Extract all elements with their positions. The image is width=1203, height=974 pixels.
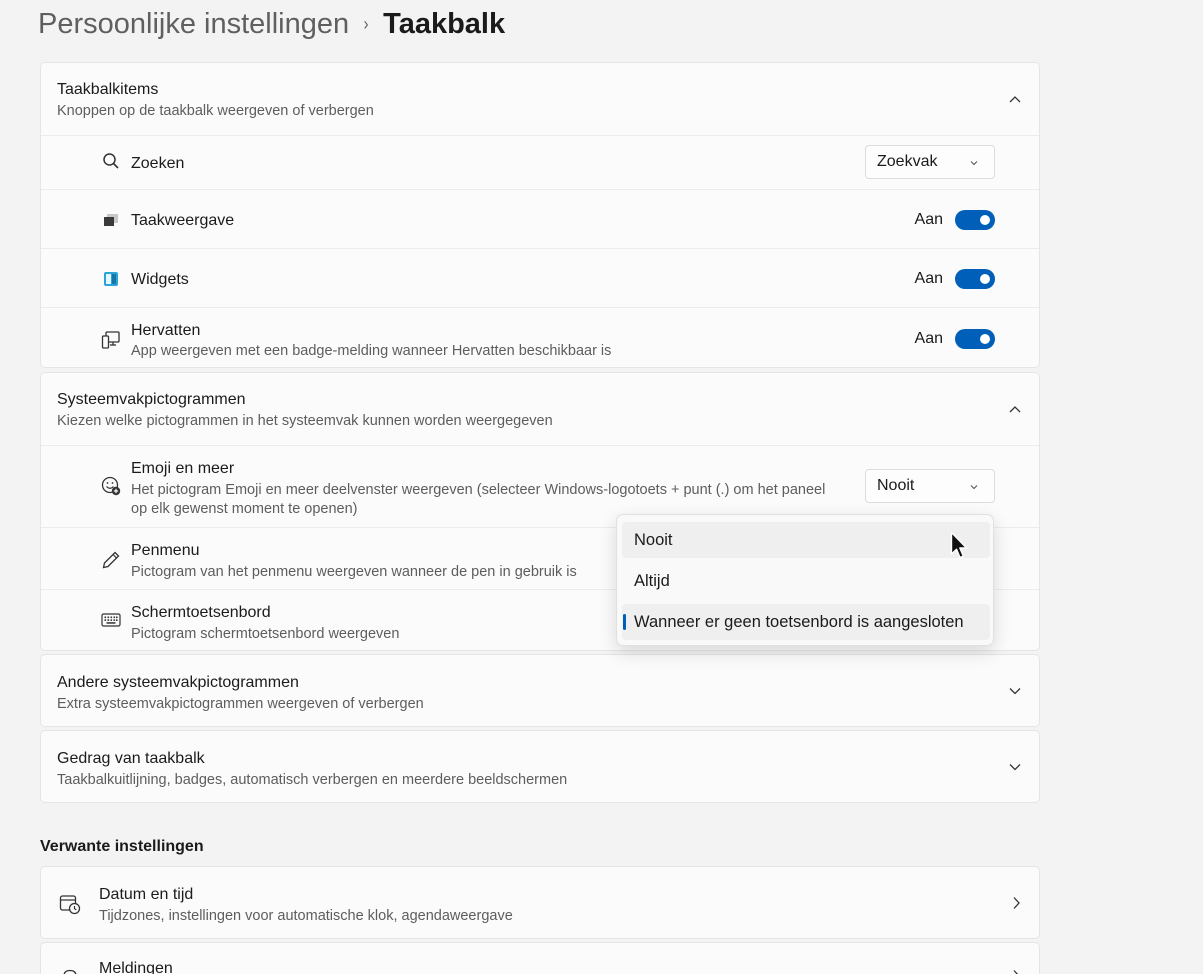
search-mode-value: Zoekvak — [877, 153, 938, 170]
resume-state-label: Aan — [914, 330, 943, 347]
page-title: Taakbalk — [383, 7, 506, 40]
widgets-toggle[interactable] — [955, 269, 995, 289]
toggle-knob — [980, 274, 990, 284]
setting-label-widgets: Widgets — [131, 271, 189, 288]
related-link-notifications-title: Meldingen — [99, 960, 173, 974]
dropdown-option-label: Nooit — [634, 530, 673, 549]
resume-icon — [101, 330, 121, 350]
mouse-pointer-icon — [950, 531, 968, 559]
related-settings-heading: Verwante instellingen — [40, 838, 204, 855]
chevron-down-icon — [970, 161, 978, 166]
setting-label-search: Zoeken — [131, 155, 185, 172]
related-link-date-time-title: Datum en tijd — [99, 886, 194, 903]
related-link-date-time-subtitle: Tijdzones, instellingen voor automatisch… — [99, 908, 513, 924]
taskbar-items-card: Taakbalkitems Knoppen op de taakbalk wee… — [40, 62, 1040, 368]
search-mode-combobox[interactable]: Zoekvak — [865, 145, 995, 179]
chevron-down-icon — [970, 485, 978, 490]
chevron-up-icon[interactable] — [1009, 93, 1021, 105]
emoji-visibility-dropdown-list: Nooit Altijd Wanneer er geen toetsenbord… — [616, 514, 994, 646]
toggle-knob — [980, 334, 990, 344]
widgets-state-label: Aan — [914, 270, 943, 287]
taskbar-behavior-card[interactable]: Gedrag van taakbalk Taakbalkuitlijning, … — [40, 730, 1040, 803]
task-view-toggle-group: Aan — [915, 210, 995, 230]
search-icon — [101, 151, 121, 171]
toggle-knob — [980, 215, 990, 225]
task-view-toggle[interactable] — [955, 210, 995, 230]
other-tray-icons-subtitle: Extra systeemvakpictogrammen weergeven o… — [57, 696, 424, 712]
keyboard-icon — [101, 610, 121, 630]
setting-label-emoji: Emoji en meer — [131, 460, 235, 477]
setting-sublabel-resume: App weergeven met een badge-melding wann… — [131, 343, 612, 359]
related-link-notifications[interactable]: Meldingen — [40, 942, 1040, 974]
calendar-clock-icon — [59, 893, 81, 915]
task-view-icon — [101, 210, 121, 230]
emoji-visibility-value: Nooit — [877, 477, 915, 494]
other-tray-icons-card[interactable]: Andere systeemvakpictogrammen Extra syst… — [40, 654, 1040, 727]
other-tray-icons-title: Andere systeemvakpictogrammen — [57, 674, 299, 691]
pen-icon — [101, 550, 121, 570]
setting-label-resume: Hervatten — [131, 322, 201, 339]
taskbar-behavior-subtitle: Taakbalkuitlijning, badges, automatisch … — [57, 772, 568, 788]
widgets-icon — [101, 269, 121, 289]
resume-toggle-group: Aan — [915, 329, 995, 349]
selection-indicator — [623, 614, 626, 630]
taskbar-items-title: Taakbalkitems — [57, 81, 159, 98]
setting-label-touch-keyboard: Schermtoetsenbord — [131, 604, 271, 621]
dropdown-option-label: Altijd — [634, 571, 670, 590]
chevron-down-icon[interactable] — [1009, 761, 1021, 773]
breadcrumb: Persoonlijke instellingen › Taakbalk — [38, 4, 505, 44]
taskbar-items-header[interactable]: Taakbalkitems Knoppen op de taakbalk wee… — [41, 63, 1039, 135]
dropdown-option-always[interactable]: Altijd — [622, 563, 990, 599]
breadcrumb-parent[interactable]: Persoonlijke instellingen — [38, 8, 349, 41]
breadcrumb-separator-icon: › — [363, 13, 369, 34]
related-link-date-time[interactable]: Datum en tijd Tijdzones, instellingen vo… — [40, 866, 1040, 939]
widgets-toggle-group: Aan — [915, 269, 995, 289]
task-view-state-label: Aan — [914, 211, 943, 228]
bell-icon — [59, 967, 81, 974]
taskbar-items-subtitle: Knoppen op de taakbalk weergeven of verb… — [57, 103, 374, 119]
chevron-up-icon[interactable] — [1009, 403, 1021, 415]
emoji-visibility-combobox[interactable]: Nooit — [865, 469, 995, 503]
tray-icons-title: Systeemvakpictogrammen — [57, 391, 246, 408]
tray-icons-header[interactable]: Systeemvakpictogrammen Kiezen welke pict… — [41, 373, 1039, 445]
dropdown-option-label: Wanneer er geen toetsenbord is aangeslot… — [634, 612, 964, 631]
taskbar-behavior-title: Gedrag van taakbalk — [57, 750, 205, 767]
setting-label-task-view: Taakweergave — [131, 212, 235, 229]
emoji-icon — [101, 476, 121, 496]
resume-toggle[interactable] — [955, 329, 995, 349]
dropdown-option-never[interactable]: Nooit — [622, 522, 990, 558]
setting-row-resume: Hervatten App weergeven met een badge-me… — [41, 307, 1039, 368]
tray-icons-subtitle: Kiezen welke pictogrammen in het systeem… — [57, 413, 553, 429]
setting-row-search: Zoeken Zoekvak — [41, 135, 1039, 189]
chevron-down-icon[interactable] — [1009, 685, 1021, 697]
chevron-right-icon — [1013, 970, 1019, 974]
setting-row-task-view: Taakweergave Aan — [41, 189, 1039, 248]
dropdown-option-no-keyboard[interactable]: Wanneer er geen toetsenbord is aangeslot… — [622, 604, 990, 640]
setting-row-widgets: Widgets Aan — [41, 248, 1039, 307]
setting-label-pen-menu: Penmenu — [131, 542, 200, 559]
chevron-right-icon — [1013, 897, 1020, 909]
